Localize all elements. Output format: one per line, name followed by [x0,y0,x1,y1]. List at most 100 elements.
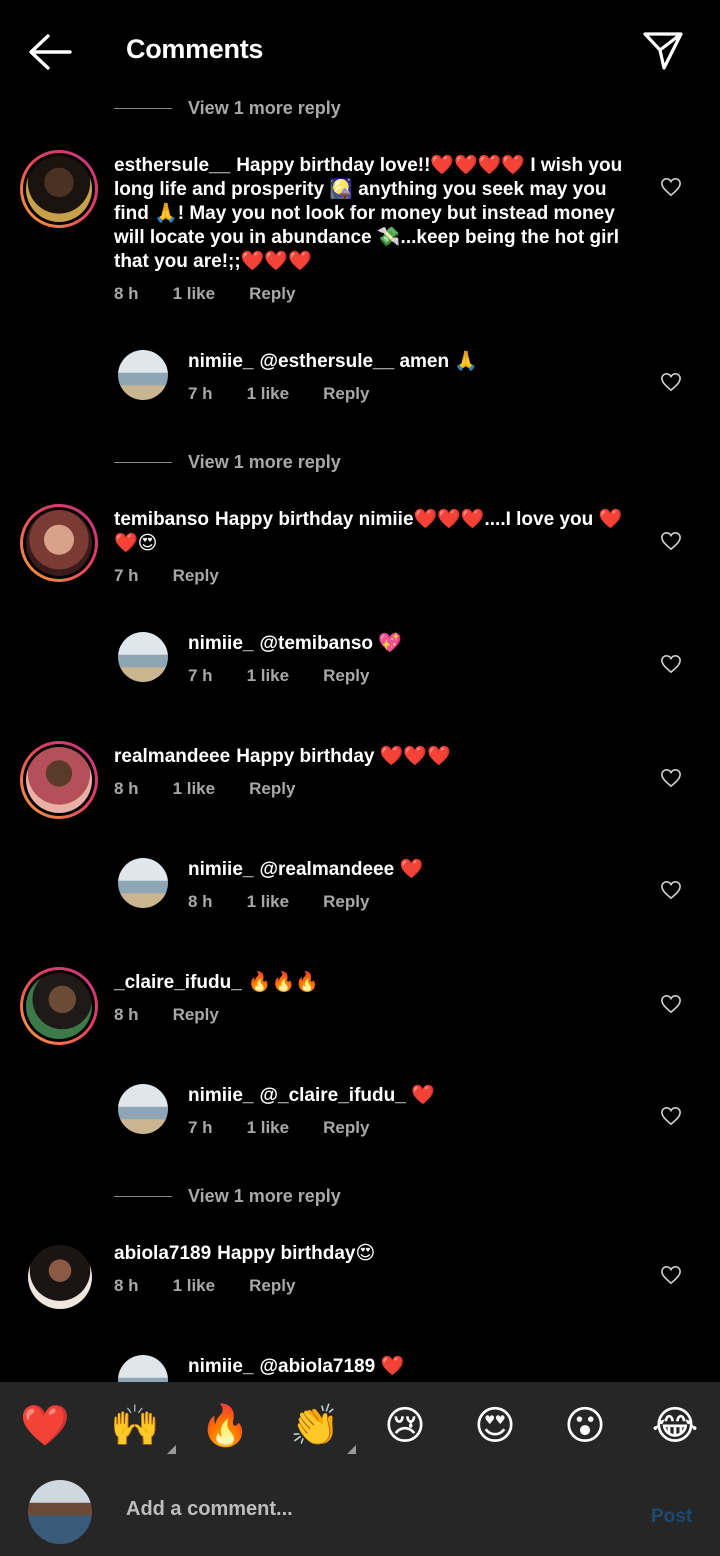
view-more-replies-button[interactable]: View 1 more reply [114,1181,341,1211]
avatar[interactable] [118,350,168,400]
emoji-raising-hands[interactable]: 🙌 [90,1382,180,1470]
comment-meta: 7 h Reply [114,566,253,586]
comment-username[interactable]: nimiie_ [188,633,253,654]
comment-meta: 7 h 1 like Reply [188,384,403,404]
comment-body: @_claire_ifudu_ ❤️ [259,1085,435,1106]
comment-time: 8 h [114,284,139,303]
comment-meta: 8 h 1 like Reply [114,284,329,304]
comment-likes[interactable]: 1 like [173,1276,216,1296]
comment-meta: 8 h 1 like Reply [188,892,403,912]
avatar[interactable] [118,632,168,682]
comment-text: _claire_ifudu_ 🔥🔥🔥 [114,971,639,995]
heart-icon[interactable] [660,372,682,392]
header: Comments [0,0,720,100]
comment-username[interactable]: nimiie_ [188,1356,253,1377]
comment-body: Happy birthday😍 [217,1243,376,1264]
comment-time: 7 h [188,384,213,403]
comment-text: nimiie_ @_claire_ifudu_ ❤️ [188,1084,638,1108]
comment-text: realmandeee Happy birthday ❤️❤️❤️ [114,745,639,769]
emoji-crying-face[interactable]: 😢 [360,1382,450,1470]
comment-username[interactable]: _claire_ifudu_ [114,972,242,993]
comment-likes[interactable]: 1 like [247,666,290,686]
heart-icon[interactable] [660,654,682,674]
heart-icon[interactable] [660,531,682,551]
comment-likes[interactable]: 1 like [247,384,290,404]
comment-text: esthersule__ Happy birthday love!!❤️❤️❤️❤… [114,154,639,274]
emoji-surprised-face[interactable]: 😮 [540,1382,630,1470]
comment-body: 🔥🔥🔥 [247,972,319,993]
comment-text: abiola7189 Happy birthday😍 [114,1242,639,1266]
comment-username[interactable]: abiola7189 [114,1243,211,1264]
divider-line [114,1195,172,1197]
comment-body: @esthersule__ amen 🙏 [259,351,479,372]
view-more-label: View 1 more reply [188,1185,341,1206]
reply-button[interactable]: Reply [249,779,295,799]
comment-meta: 8 h 1 like Reply [114,779,329,799]
heart-icon[interactable] [660,1106,682,1126]
divider-line [114,107,172,109]
reply-button[interactable]: Reply [323,666,369,686]
reply-button[interactable]: Reply [249,284,295,304]
view-more-replies-button[interactable]: View 1 more reply [114,447,341,477]
comment-body: @realmandeee ❤️ [259,859,424,880]
avatar[interactable] [118,858,168,908]
arrow-left-icon[interactable] [26,32,72,72]
comment-meta: 8 h 1 like Reply [114,1276,329,1296]
comment-input[interactable] [126,1498,626,1521]
reply-button[interactable]: Reply [323,1118,369,1138]
paper-plane-icon[interactable] [640,28,686,74]
avatar[interactable] [20,150,98,228]
reply-button[interactable]: Reply [173,566,219,586]
avatar[interactable] [20,504,98,582]
comment-likes[interactable]: 1 like [173,779,216,799]
emoji-raising-hands-glyph: 🙌 [110,1404,160,1448]
reply-button[interactable]: Reply [249,1276,295,1296]
comment-body: @temibanso 💖 [259,633,402,654]
reply-button[interactable]: Reply [323,384,369,404]
divider-line [114,461,172,463]
avatar[interactable] [20,967,98,1045]
comment-time: 7 h [114,566,139,585]
avatar[interactable] [28,1245,92,1309]
comment-username[interactable]: esthersule__ [114,155,230,176]
comment-likes[interactable]: 1 like [247,1118,290,1138]
avatar[interactable] [118,1084,168,1134]
comment-body: @abiola7189 ❤️ [259,1356,405,1377]
comment-username[interactable]: nimiie_ [188,1085,253,1106]
comment-time: 8 h [188,892,213,911]
comment-time: 8 h [114,779,139,798]
comment-time: 7 h [188,1118,213,1137]
comment-username[interactable]: temibanso [114,509,209,530]
comment-composer: Post [0,1470,720,1556]
comment-time: 8 h [114,1005,139,1024]
comment-text: nimiie_ @esthersule__ amen 🙏 [188,350,638,374]
avatar[interactable] [20,741,98,819]
emoji-clapping-hands[interactable]: 👏 [270,1382,360,1470]
heart-icon[interactable] [660,768,682,788]
comment-likes[interactable]: 1 like [247,892,290,912]
reply-button[interactable]: Reply [173,1005,219,1025]
comment-meta: 7 h 1 like Reply [188,1118,403,1138]
comment-time: 8 h [114,1276,139,1295]
emoji-fire[interactable]: 🔥 [180,1382,270,1470]
reply-button[interactable]: Reply [323,892,369,912]
emoji-heart-eyes[interactable]: 😍 [450,1382,540,1470]
comment-username[interactable]: realmandeee [114,746,230,767]
emoji-clapping-hands-glyph: 👏 [290,1404,340,1448]
heart-icon[interactable] [660,177,682,197]
heart-icon[interactable] [660,994,682,1014]
comment-meta: 7 h 1 like Reply [188,666,403,686]
emoji-tears-of-joy[interactable]: 😂 [630,1382,720,1470]
post-button[interactable]: Post [651,1506,692,1528]
view-more-label: View 1 more reply [188,451,341,472]
comment-text: temibanso Happy birthday nimiie❤️❤️❤️....… [114,508,639,556]
avatar [28,1480,92,1544]
view-more-replies-button[interactable]: View 1 more reply [114,93,341,123]
comment-username[interactable]: nimiie_ [188,859,253,880]
comment-username[interactable]: nimiie_ [188,351,253,372]
heart-icon[interactable] [660,1265,682,1285]
emoji-red-heart[interactable]: ❤️ [0,1382,90,1470]
heart-icon[interactable] [660,880,682,900]
comment-likes[interactable]: 1 like [173,284,216,304]
comment-body: Happy birthday ❤️❤️❤️ [236,746,451,767]
